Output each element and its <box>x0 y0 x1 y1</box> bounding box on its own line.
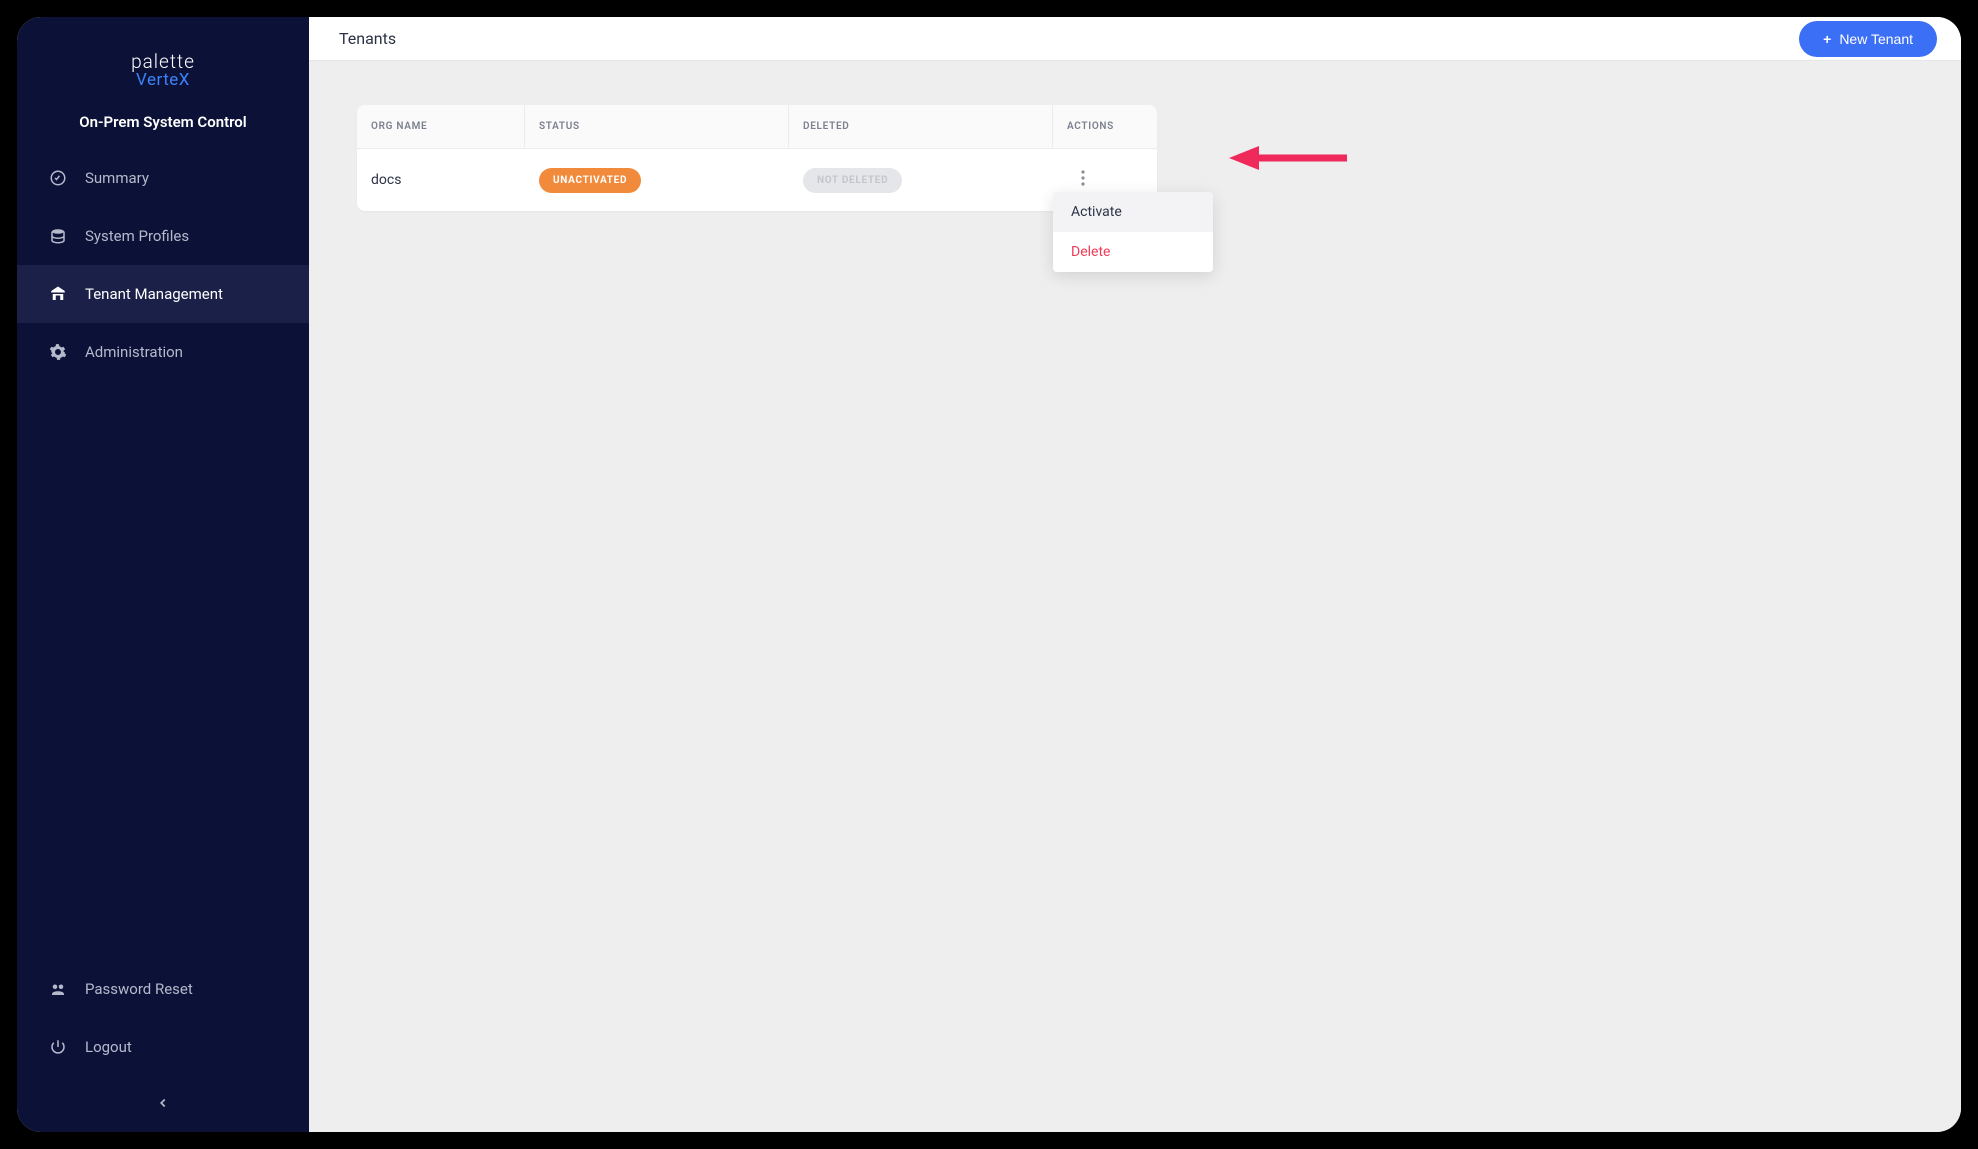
sidebar-nav: Summary System Profiles Tenant Managemen… <box>17 149 309 1132</box>
cell-deleted: NOT DELETED <box>789 152 1053 209</box>
chart-icon <box>49 169 67 187</box>
sidebar-item-system-profiles[interactable]: System Profiles <box>17 207 309 265</box>
page-title: Tenants <box>339 29 396 48</box>
sidebar-item-label: Tenant Management <box>85 285 223 303</box>
sidebar-item-label: Password Reset <box>85 980 193 998</box>
gear-icon <box>49 343 67 361</box>
sidebar-item-label: Logout <box>85 1038 132 1056</box>
content-area: ORG NAME STATUS DELETED ACTIONS docs UNA… <box>309 61 1961 211</box>
sidebar-item-label: Administration <box>85 343 183 361</box>
kebab-icon <box>1081 170 1085 190</box>
th-org-name: ORG NAME <box>357 105 525 148</box>
key-icon <box>49 980 67 998</box>
plus-icon: + <box>1823 31 1831 47</box>
sidebar-item-logout[interactable]: Logout <box>17 1018 309 1076</box>
sidebar-item-password-reset[interactable]: Password Reset <box>17 960 309 1018</box>
cell-actions: Activate Delete <box>1053 150 1157 210</box>
table-row: docs UNACTIVATED NOT DELETED <box>357 149 1157 211</box>
row-actions-dropdown: Activate Delete <box>1053 192 1213 272</box>
new-tenant-label: New Tenant <box>1839 31 1913 47</box>
sidebar: palette VerteX On-Prem System Control Su… <box>17 17 309 1132</box>
th-deleted: DELETED <box>789 105 1053 148</box>
power-icon <box>49 1038 67 1056</box>
tenant-icon <box>49 285 67 303</box>
sidebar-bottom: Password Reset Logout <box>17 960 309 1132</box>
deleted-badge: NOT DELETED <box>803 168 902 193</box>
annotation-arrow <box>1229 143 1349 173</box>
sidebar-item-summary[interactable]: Summary <box>17 149 309 207</box>
cell-status: UNACTIVATED <box>525 152 789 209</box>
collapse-sidebar-button[interactable] <box>151 1092 175 1116</box>
sidebar-item-label: Summary <box>85 169 149 187</box>
brand-subtitle: On-Prem System Control <box>17 113 309 131</box>
app-frame: palette VerteX On-Prem System Control Su… <box>17 17 1961 1132</box>
dropdown-item-delete[interactable]: Delete <box>1053 232 1213 272</box>
topbar: Tenants + New Tenant <box>309 17 1961 61</box>
sidebar-item-tenant-management[interactable]: Tenant Management <box>17 265 309 323</box>
chevron-left-icon <box>156 1095 170 1114</box>
table-body: docs UNACTIVATED NOT DELETED <box>357 149 1157 211</box>
logo: palette VerteX <box>17 17 309 105</box>
main-area: Tenants + New Tenant ORG NAME STATUS DEL… <box>309 17 1961 1132</box>
stack-icon <box>49 227 67 245</box>
status-badge-unactivated: UNACTIVATED <box>539 168 641 193</box>
cell-org-name: docs <box>357 156 525 204</box>
th-actions: ACTIONS <box>1053 105 1157 148</box>
sidebar-item-label: System Profiles <box>85 227 189 245</box>
dropdown-item-activate[interactable]: Activate <box>1053 192 1213 232</box>
row-actions-menu-button[interactable] <box>1073 166 1093 194</box>
sidebar-item-administration[interactable]: Administration <box>17 323 309 381</box>
th-status: STATUS <box>525 105 789 148</box>
new-tenant-button[interactable]: + New Tenant <box>1799 21 1937 57</box>
table-header: ORG NAME STATUS DELETED ACTIONS <box>357 105 1157 149</box>
tenants-table: ORG NAME STATUS DELETED ACTIONS docs UNA… <box>357 105 1157 211</box>
logo-line2: VerteX <box>136 70 190 90</box>
